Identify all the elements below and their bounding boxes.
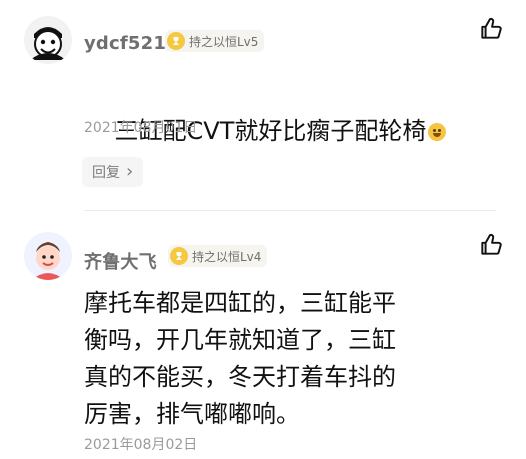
reply-button[interactable]: 回复 › xyxy=(82,157,144,187)
level-badge: 持之以恒Lv4 xyxy=(168,245,268,267)
avatar-image xyxy=(24,16,72,64)
username[interactable]: ydcf521 xyxy=(84,33,166,54)
comment-date: 2021年08月02日 xyxy=(84,437,198,453)
grin-emoji-icon xyxy=(428,123,447,141)
trophy-icon xyxy=(170,247,188,265)
divider xyxy=(84,210,496,211)
trophy-icon xyxy=(167,32,185,50)
avatar[interactable] xyxy=(24,16,72,64)
thumbs-up-icon[interactable] xyxy=(478,16,504,42)
avatar[interactable] xyxy=(24,232,72,280)
reply-label: 回复 xyxy=(92,165,120,181)
badge-text: 持之以恒Lv5 xyxy=(189,34,259,49)
comment-text: 摩托车都是四缸的，三缸能平 衡吗，开几年就知道了，三缸 真的不能买，冬天打着车抖… xyxy=(84,289,396,428)
badge-text: 持之以恒Lv4 xyxy=(192,249,262,264)
username[interactable]: 齐鲁大飞 xyxy=(84,248,157,274)
level-badge: 持之以恒Lv5 xyxy=(165,30,265,52)
comment-date: 2021年08月01日 xyxy=(84,120,198,136)
chevron-right-icon: › xyxy=(126,161,134,182)
thumbs-up-icon[interactable] xyxy=(478,232,504,258)
avatar-image xyxy=(24,232,72,280)
